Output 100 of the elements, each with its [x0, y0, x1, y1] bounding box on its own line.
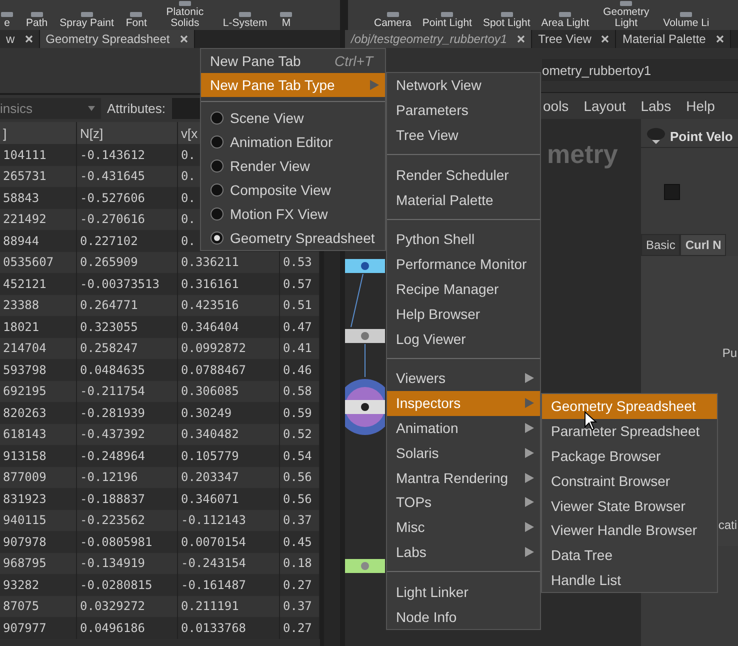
- caret-icon: [88, 106, 95, 111]
- menu-item[interactable]: Labs: [387, 540, 540, 564]
- tool-icon: [30, 12, 44, 18]
- menu-item[interactable]: Viewer Handle Browser: [542, 518, 717, 543]
- shortcut-label: Ctrl+T: [334, 53, 375, 69]
- tool-icon: [238, 12, 252, 18]
- path-field[interactable]: ometry_rubbertoy1: [542, 59, 738, 81]
- pane-tab[interactable]: w: [0, 30, 40, 48]
- menu-item[interactable]: Inspectors: [387, 390, 540, 416]
- tool-icon: [129, 12, 144, 18]
- node-name: Point Velo: [670, 128, 733, 144]
- menu-item[interactable]: Recipe Manager: [387, 276, 540, 302]
- close-icon: [180, 35, 188, 43]
- menu-item[interactable]: Parameter Spreadsheet: [542, 418, 717, 444]
- network-node[interactable]: [345, 259, 385, 273]
- tool-label[interactable]: Camera: [374, 18, 412, 29]
- submenu-arrow-icon: [525, 422, 534, 433]
- submenu-arrow-icon: [525, 546, 534, 557]
- tool-label[interactable]: Spray Paint: [60, 18, 114, 29]
- tool-icon: [279, 12, 294, 18]
- checkbox[interactable]: [664, 184, 680, 200]
- tool-icon: [679, 12, 694, 18]
- tool-label[interactable]: Font: [126, 18, 147, 29]
- tool-label[interactable]: e: [4, 18, 10, 29]
- network-node[interactable]: [345, 329, 385, 343]
- submenu-arrow-icon: [525, 398, 534, 408]
- tool-label[interactable]: Path: [26, 18, 48, 29]
- submenu-arrow-icon: [525, 472, 534, 483]
- menu-item[interactable]: Python Shell: [387, 226, 540, 252]
- menu-item[interactable]: Scene View: [201, 106, 385, 130]
- menu-bar-item[interactable]: ools: [543, 98, 569, 114]
- tool-label[interactable]: Volume Li: [663, 18, 710, 29]
- menu-item[interactable]: TOPs: [387, 490, 540, 515]
- node-wire: [364, 344, 366, 378]
- table-cell: 0.0133768: [178, 617, 280, 638]
- menu-item[interactable]: New Pane Tab Type: [201, 73, 385, 97]
- tool-label[interactable]: Area Light: [541, 18, 590, 29]
- menu-bar-item[interactable]: Labs: [640, 98, 672, 114]
- node-wire: [350, 274, 364, 328]
- menu-bar-item[interactable]: Help: [686, 98, 715, 114]
- node-icon: [646, 127, 666, 145]
- tool-label[interactable]: Point Light: [422, 18, 472, 29]
- menu-item[interactable]: Network View: [387, 73, 540, 98]
- parameter-label: cati: [718, 518, 738, 532]
- menu-item[interactable]: Mantra Rendering: [387, 465, 540, 490]
- menu-item[interactable]: Geometry Spreadsheet: [542, 394, 717, 419]
- menu-item[interactable]: Viewers: [387, 366, 540, 391]
- tool-label[interactable]: Geometry Light: [600, 7, 652, 29]
- menu-item[interactable]: Render Scheduler: [387, 162, 540, 188]
- tool-icon: [0, 12, 14, 18]
- menu-item[interactable]: Data Tree: [542, 542, 717, 568]
- menu-item[interactable]: Parameters: [387, 98, 540, 123]
- menu-item[interactable]: Animation: [387, 416, 540, 440]
- table-cell: 907977: [0, 617, 77, 638]
- table-cell: 0.0496186: [77, 617, 178, 638]
- menu-item[interactable]: New Pane Tab Ctrl+T: [201, 49, 385, 73]
- tool-label[interactable]: Spot Light: [482, 18, 530, 29]
- parameter-tab[interactable]: Curl N: [680, 234, 726, 256]
- tool-icon: [440, 12, 454, 18]
- tool-icon: [178, 1, 192, 7]
- tool-label[interactable]: Platonic Solids: [158, 7, 211, 29]
- menu-item[interactable]: Constraint Browser: [542, 468, 717, 494]
- close-icon: [601, 35, 610, 43]
- menu-item[interactable]: Solaris: [387, 440, 540, 466]
- tool-icon: [80, 12, 94, 18]
- menu-item[interactable]: Light Linker: [387, 579, 540, 604]
- close-icon: [517, 35, 526, 43]
- menu-item[interactable]: Node Info: [387, 604, 540, 629]
- tool-icon: [386, 12, 400, 18]
- close-icon: [24, 35, 33, 43]
- filter-dropdown[interactable]: insics: [0, 98, 101, 119]
- network-node[interactable]: [345, 559, 385, 573]
- submenu-arrow-icon: [525, 497, 534, 508]
- close-icon: [716, 35, 724, 43]
- tool-icon: [619, 1, 634, 7]
- menu-item[interactable]: Help Browser: [387, 301, 540, 326]
- network-type-label: metry: [547, 139, 618, 170]
- pane-tab[interactable]: Tree View: [532, 30, 616, 48]
- menu-item[interactable]: Log Viewer: [387, 326, 540, 351]
- menu-item[interactable]: Handle List: [542, 568, 717, 592]
- tool-label[interactable]: M: [282, 18, 291, 29]
- menu-item[interactable]: Material Palette: [387, 187, 540, 212]
- parameter-label: Pu: [722, 346, 738, 360]
- pane-tab[interactable]: Material Palette: [616, 30, 731, 48]
- menu-bar-item[interactable]: Layout: [584, 98, 626, 114]
- tool-label[interactable]: L-System: [222, 18, 268, 29]
- submenu-arrow-icon: [370, 80, 379, 90]
- menu-item[interactable]: Viewer State Browser: [542, 493, 717, 518]
- menu-item[interactable]: Tree View: [387, 122, 540, 148]
- attributes-label: Attributes:: [107, 101, 166, 116]
- submenu-arrow-icon: [525, 448, 534, 458]
- pane-tab[interactable]: /obj/testgeometry_rubbertoy1: [345, 30, 532, 48]
- parameter-tab[interactable]: Basic: [641, 234, 680, 256]
- menu-item[interactable]: Misc: [387, 514, 540, 540]
- pane-tab[interactable]: Geometry Spreadsheet: [40, 30, 195, 48]
- menu-item[interactable]: Performance Monitor: [387, 252, 540, 277]
- submenu-arrow-icon: [525, 373, 534, 384]
- menu-item[interactable]: Package Browser: [542, 444, 717, 468]
- tool-icon: [558, 12, 572, 18]
- tool-icon: [500, 12, 514, 18]
